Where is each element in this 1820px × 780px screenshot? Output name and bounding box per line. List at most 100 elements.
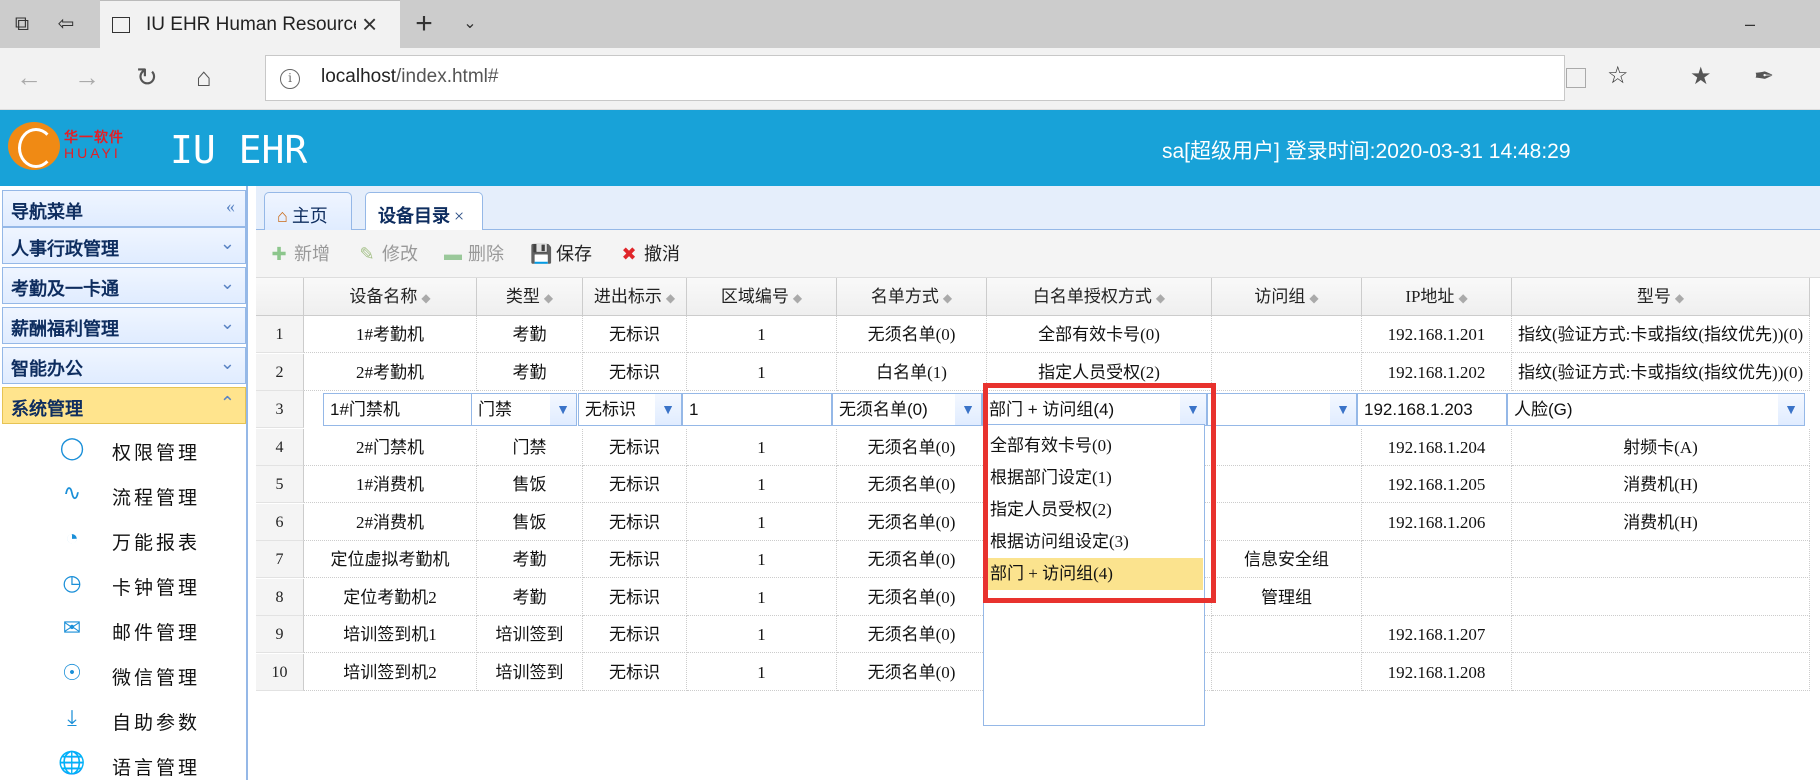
grid-header[interactable]: 白名单授权方式 ◆ xyxy=(987,278,1212,316)
edit-button[interactable]: ✎ 修改 xyxy=(356,240,418,266)
table-cell[interactable]: 培训签到 xyxy=(477,616,583,653)
table-cell[interactable]: 无须名单(0) xyxy=(837,578,987,616)
table-cell[interactable]: 考勤 xyxy=(477,353,583,391)
close-tab-icon[interactable]: × xyxy=(454,206,464,226)
table-cell[interactable]: 1 xyxy=(687,353,837,391)
table-cell[interactable]: 1 xyxy=(687,466,837,503)
table-cell[interactable]: 1#消费机 xyxy=(304,466,477,503)
list-mode-select[interactable]: 无须名单(0) ▼ xyxy=(832,393,982,426)
pen-icon[interactable]: ✒ xyxy=(1754,62,1774,91)
table-cell[interactable] xyxy=(1212,466,1362,503)
table-cell[interactable]: 白名单(1) xyxy=(837,353,987,391)
table-cell[interactable]: 2#门禁机 xyxy=(304,428,477,466)
table-cell[interactable]: 考勤 xyxy=(477,578,583,616)
table-cell[interactable]: 无标识 xyxy=(583,653,687,691)
grid-header[interactable]: 设备名称 ◆ xyxy=(304,278,477,316)
sidebar-item-mail[interactable]: ✉ 邮件管理 xyxy=(0,608,240,652)
table-cell[interactable]: 定位考勤机2 xyxy=(304,578,477,616)
access-group-select[interactable]: ▼ xyxy=(1207,393,1357,426)
device-name-input[interactable]: 1#门禁机 xyxy=(323,393,473,426)
minimize-icon[interactable]: – xyxy=(1736,10,1764,38)
table-cell[interactable]: 无须名单(0) xyxy=(837,503,987,541)
reading-view-icon[interactable] xyxy=(1566,68,1586,88)
table-cell[interactable]: 192.168.1.206 xyxy=(1362,503,1512,541)
table-cell[interactable] xyxy=(1512,541,1810,578)
table-cell[interactable]: 指纹(验证方式:卡或指纹(指纹优先))(0) xyxy=(1512,353,1810,391)
table-cell[interactable]: 无须名单(0) xyxy=(837,653,987,691)
table-cell[interactable] xyxy=(1212,616,1362,653)
favorites-list-icon[interactable]: ★ xyxy=(1690,62,1712,91)
collapse-left-icon[interactable]: « xyxy=(226,196,235,217)
refresh-icon[interactable]: ↻ xyxy=(136,62,158,93)
tab-actions-icon[interactable]: ⧉ xyxy=(8,10,36,38)
add-button[interactable]: ✚ 新增 xyxy=(268,240,330,266)
table-cell[interactable] xyxy=(1212,316,1362,353)
model-select[interactable]: 人脸(G) ▼ xyxy=(1507,393,1805,426)
table-cell[interactable]: 192.168.1.207 xyxy=(1362,616,1512,653)
table-cell[interactable]: 全部有效卡号(0) xyxy=(987,316,1212,353)
table-cell[interactable] xyxy=(1212,653,1362,691)
type-select[interactable]: 门禁 ▼ xyxy=(471,393,577,426)
table-cell[interactable]: 无标识 xyxy=(583,503,687,541)
table-cell[interactable]: 信息安全组 xyxy=(1212,541,1362,578)
table-cell[interactable] xyxy=(1512,653,1810,691)
menu-attendance[interactable]: 考勤及一卡通 ⌄ xyxy=(2,267,246,304)
table-cell[interactable] xyxy=(1212,353,1362,391)
table-cell[interactable]: 培训签到 xyxy=(477,653,583,691)
table-cell[interactable]: 1 xyxy=(687,541,837,578)
grid-header[interactable]: 名单方式 ◆ xyxy=(837,278,987,316)
table-cell[interactable]: 培训签到机2 xyxy=(304,653,477,691)
table-cell[interactable] xyxy=(1212,428,1362,466)
table-cell[interactable]: 定位虚拟考勤机 xyxy=(304,541,477,578)
table-cell[interactable]: 消费机(H) xyxy=(1512,466,1810,503)
grid-header[interactable]: 进出标示 ◆ xyxy=(583,278,687,316)
sidebar-item-self-service[interactable]: ⤓ 自助参数 xyxy=(0,698,240,742)
table-cell[interactable]: 192.168.1.201 xyxy=(1362,316,1512,353)
back-icon[interactable]: ← xyxy=(16,62,42,93)
table-cell[interactable]: 2#消费机 xyxy=(304,503,477,541)
table-cell[interactable]: 192.168.1.208 xyxy=(1362,653,1512,691)
grid-header[interactable]: 访问组 ◆ xyxy=(1212,278,1362,316)
tab-home[interactable]: ⌂ 主页 xyxy=(264,192,352,230)
table-cell[interactable]: 2#考勤机 xyxy=(304,353,477,391)
delete-button[interactable]: ▬ 删除 xyxy=(442,240,504,266)
sidebar-item-wechat[interactable]: ☉ 微信管理 xyxy=(0,653,240,697)
menu-system-admin[interactable]: 系统管理 ⌃ xyxy=(2,387,246,424)
table-cell[interactable]: 射频卡(A) xyxy=(1512,428,1810,466)
table-cell[interactable]: 192.168.1.202 xyxy=(1362,353,1512,391)
table-cell[interactable]: 门禁 xyxy=(477,428,583,466)
sidebar-item-language[interactable]: 🌐 语言管理 xyxy=(0,743,240,780)
grid-header[interactable]: 区域编号 ◆ xyxy=(687,278,837,316)
table-cell[interactable]: 无标识 xyxy=(583,541,687,578)
table-cell[interactable]: 无标识 xyxy=(583,428,687,466)
table-cell[interactable] xyxy=(1512,578,1810,616)
nav-menu-title[interactable]: 导航菜单 « xyxy=(2,190,246,227)
site-info-icon[interactable]: i xyxy=(280,69,300,89)
tab-device-directory[interactable]: 设备目录 × xyxy=(365,192,483,231)
table-cell[interactable]: 售饭 xyxy=(477,503,583,541)
table-cell[interactable]: 消费机(H) xyxy=(1512,503,1810,541)
table-cell[interactable]: 无须名单(0) xyxy=(837,466,987,503)
menu-payroll[interactable]: 薪酬福利管理 ⌄ xyxy=(2,307,246,344)
browser-tab-active[interactable]: IU EHR Human Resource × xyxy=(100,0,400,48)
table-cell[interactable]: 售饭 xyxy=(477,466,583,503)
table-cell[interactable]: 192.168.1.205 xyxy=(1362,466,1512,503)
close-tab-icon[interactable]: × xyxy=(362,9,377,40)
in-out-select[interactable]: 无标识 ▼ xyxy=(578,393,682,426)
table-cell[interactable]: 无须名单(0) xyxy=(837,541,987,578)
sidebar-item-permissions[interactable]: ◯ 权限管理 xyxy=(0,428,240,472)
sidebar-item-workflow[interactable]: ∿ 流程管理 xyxy=(0,473,240,517)
table-cell[interactable]: 考勤 xyxy=(477,316,583,353)
save-button[interactable]: 💾 保存 xyxy=(530,240,592,266)
table-cell[interactable] xyxy=(1512,616,1810,653)
table-cell[interactable] xyxy=(1212,503,1362,541)
table-cell[interactable]: 1 xyxy=(687,503,837,541)
address-bar[interactable]: i localhost/index.html# ☆ xyxy=(265,55,1629,101)
table-cell[interactable] xyxy=(1362,578,1512,616)
table-cell[interactable]: 无标识 xyxy=(583,466,687,503)
table-cell[interactable]: 无须名单(0) xyxy=(837,616,987,653)
set-aside-tabs-icon[interactable]: ⇦ xyxy=(52,10,80,38)
table-cell[interactable]: 培训签到机1 xyxy=(304,616,477,653)
sidebar-item-clocks[interactable]: ◷ 卡钟管理 xyxy=(0,563,240,607)
menu-hr-admin[interactable]: 人事行政管理 ⌄ xyxy=(2,227,246,264)
